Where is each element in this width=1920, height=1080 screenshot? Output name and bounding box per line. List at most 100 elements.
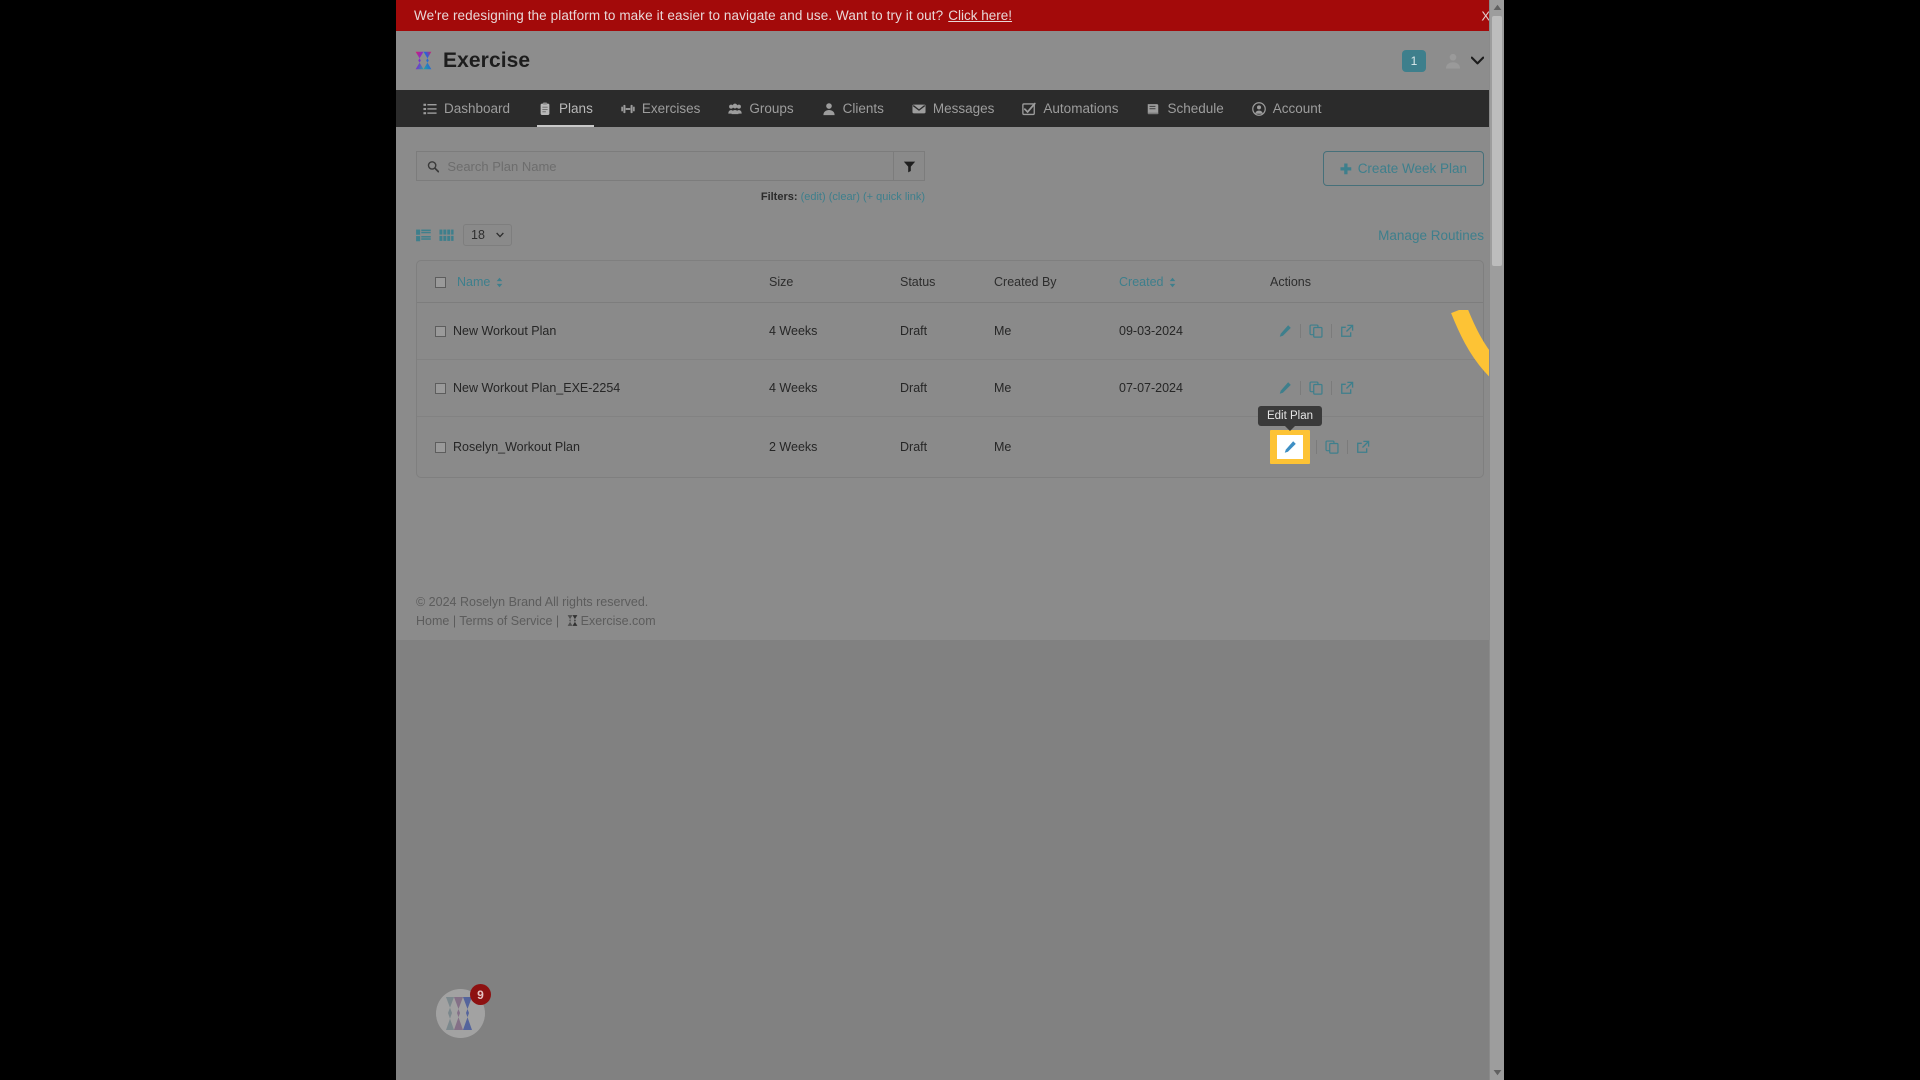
search-box	[416, 151, 925, 181]
cell-name: Roselyn_Workout Plan	[417, 417, 769, 478]
edit-plan-button[interactable]	[1277, 435, 1303, 459]
person-icon	[823, 102, 835, 115]
browser-viewport: We're redesigning the platform to make i…	[396, 0, 1504, 1080]
view-controls-row: 18 Manage Routines	[416, 224, 1484, 246]
notification-badge[interactable]: 1	[1402, 49, 1426, 72]
select-all-checkbox[interactable]	[435, 276, 446, 288]
column-header-label: Name	[457, 275, 491, 289]
brand-name: Exercise	[443, 48, 531, 72]
filters-label: Filters:	[760, 191, 798, 203]
nav-label: Dashboard	[444, 101, 511, 116]
nav-label: Groups	[749, 101, 794, 116]
column-header-label: Status	[900, 275, 936, 289]
nav-item-groups[interactable]: Groups	[714, 90, 807, 127]
nav-item-messages[interactable]: Messages	[898, 90, 1009, 127]
plan-name: New Workout Plan	[453, 324, 557, 338]
sort-arrows-icon	[497, 277, 503, 287]
edit-plan-button[interactable]	[1270, 378, 1300, 398]
cell-created: 09-03-2024	[1119, 302, 1270, 360]
scrollbar-thumb[interactable]	[1492, 16, 1502, 266]
nav-item-account[interactable]: Account	[1238, 90, 1336, 127]
nav-label: Schedule	[1167, 101, 1224, 116]
duplicate-plan-button[interactable]	[1301, 378, 1331, 398]
search-area: Filters: (edit) (clear) (+ quick link)	[416, 151, 925, 203]
cell-actions	[1270, 302, 1483, 360]
page-body: We're redesigning the platform to make i…	[396, 0, 1504, 1080]
edit-plan-button[interactable]	[1270, 321, 1300, 341]
nav-label: Messages	[932, 101, 995, 116]
list-view-icon[interactable]	[416, 229, 431, 242]
column-header-label: Created By	[994, 275, 1057, 289]
user-avatar-icon	[1445, 53, 1461, 68]
column-header-label: Created	[1119, 275, 1164, 289]
main-nav: Dashboard Plans Exercises Groups Clients…	[396, 90, 1504, 127]
filters-clear-link[interactable]: (clear)	[829, 191, 860, 203]
table-row[interactable]: New Workout Plan_EXE-2254 4 Weeks Draft …	[417, 359, 1483, 417]
search-input[interactable]	[447, 158, 883, 174]
cell-size: 4 Weeks	[769, 302, 900, 360]
scroll-down-arrow-icon[interactable]	[1490, 1065, 1504, 1080]
dumbbell-icon	[621, 104, 635, 113]
table-row[interactable]: Roselyn_Workout Plan 2 Weeks Draft Me Ed…	[417, 406, 1483, 478]
pencil-edit-icon	[1284, 441, 1296, 453]
exercise-logo-icon	[567, 615, 578, 627]
grid-view-icon[interactable]	[439, 229, 454, 242]
manage-routines-link[interactable]: Manage Routines	[1378, 228, 1484, 243]
nav-item-dashboard[interactable]: Dashboard	[409, 90, 524, 127]
create-week-plan-button[interactable]: ✚ Create Week Plan	[1322, 151, 1484, 186]
edit-plan-tooltip: Edit Plan	[1257, 406, 1323, 431]
column-header-name[interactable]: Name	[417, 261, 769, 303]
account-circle-icon	[1251, 101, 1266, 116]
banner-click-here-link[interactable]: Click here!	[948, 8, 1012, 23]
nav-item-clients[interactable]: Clients	[808, 90, 898, 127]
footer-home-link[interactable]: Home	[416, 614, 449, 628]
filter-button[interactable]	[894, 151, 925, 181]
table-body: New Workout Plan 4 Weeks Draft Me 09-03-…	[417, 302, 1483, 478]
filters-quicklink[interactable]: (+ quick link)	[863, 191, 925, 203]
cell-size: 4 Weeks	[769, 359, 900, 417]
banner-message: We're redesigning the platform to make i…	[414, 8, 944, 23]
clipboard-icon	[540, 101, 550, 115]
table-row[interactable]: New Workout Plan 4 Weeks Draft Me 09-03-…	[417, 302, 1483, 360]
nav-label: Automations	[1043, 101, 1119, 116]
nav-item-plans[interactable]: Plans	[524, 90, 607, 127]
duplicate-plan-button[interactable]	[1301, 321, 1331, 341]
cell-name: New Workout Plan	[417, 302, 769, 360]
nav-item-exercises[interactable]: Exercises	[607, 90, 715, 127]
page-lower-background	[396, 640, 1504, 1080]
cell-created-by: Me	[994, 359, 1119, 417]
duplicate-plan-button[interactable]	[1317, 437, 1347, 457]
row-checkbox[interactable]	[435, 382, 446, 394]
column-header-label: Actions	[1270, 275, 1311, 289]
footer-terms-link[interactable]: Terms of Service	[459, 614, 552, 628]
search-field[interactable]	[416, 151, 894, 181]
table-head: Name Size Status Created By Created Acti…	[417, 261, 1483, 303]
page-scrollbar[interactable]	[1489, 0, 1504, 1080]
chat-widget[interactable]: 9	[436, 984, 491, 1038]
row-checkbox[interactable]	[435, 325, 446, 337]
nav-item-automations[interactable]: Automations	[1008, 90, 1132, 127]
footer-site-link[interactable]: Exercise.com	[581, 614, 656, 628]
funnel-icon	[903, 161, 915, 172]
nav-item-schedule[interactable]: Schedule	[1132, 90, 1237, 127]
checkbox-icon	[1022, 102, 1037, 115]
open-plan-button[interactable]	[1332, 321, 1362, 341]
open-plan-button[interactable]	[1348, 437, 1378, 457]
open-plan-button[interactable]	[1332, 378, 1362, 398]
cell-created: 07-07-2024	[1119, 359, 1270, 417]
cell-created-by: Me	[994, 302, 1119, 360]
row-checkbox[interactable]	[435, 441, 446, 453]
group-icon	[728, 103, 743, 114]
create-week-plan-label: Create Week Plan	[1357, 161, 1467, 176]
sort-arrows-icon	[1170, 277, 1176, 287]
account-menu[interactable]	[1443, 51, 1484, 71]
plans-table: Name Size Status Created By Created Acti…	[417, 261, 1483, 477]
column-header-created[interactable]: Created	[1119, 261, 1270, 303]
scroll-up-arrow-icon[interactable]	[1490, 0, 1504, 15]
per-page-select[interactable]: 18	[463, 224, 512, 246]
filters-edit-link[interactable]: (edit)	[801, 191, 826, 203]
edit-plan-button-highlight: Edit Plan	[1257, 406, 1323, 464]
brand[interactable]: Exercise	[413, 49, 530, 73]
pencil-edit-icon	[1279, 325, 1291, 337]
external-link-icon	[1357, 440, 1370, 453]
